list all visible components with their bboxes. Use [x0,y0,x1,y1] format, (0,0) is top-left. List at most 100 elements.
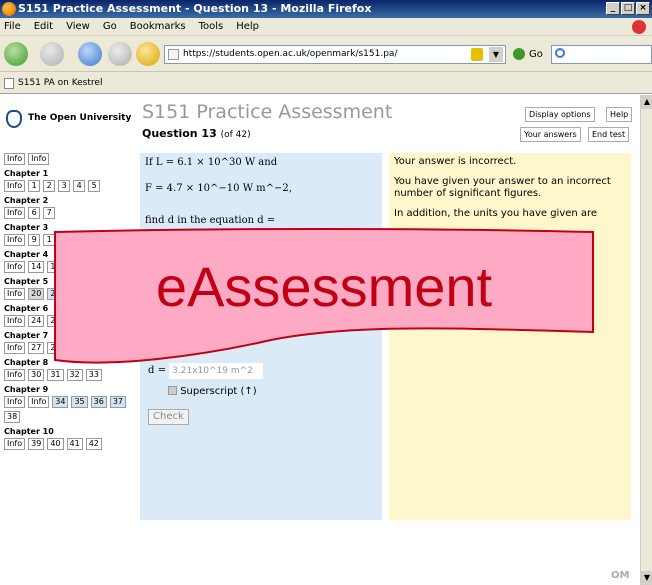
menu-tools[interactable]: Tools [199,21,224,32]
nav-question-31[interactable]: 31 [47,369,64,381]
university-name: The Open University [28,113,132,123]
nav-question-38[interactable]: 38 [4,411,21,423]
window-titlebar: S151 Practice Assessment - Question 13 -… [0,0,652,18]
nav-question-24[interactable]: 24 [28,315,45,327]
chapter-heading: Chapter 10 [4,427,54,436]
search-icon [555,48,565,58]
throbber-icon [632,20,646,34]
question-title: Question 13 (of 42) [142,127,251,140]
bookmarks-toolbar: S151 PA on Kestrel [0,72,652,94]
menu-file[interactable]: File [4,21,21,32]
navigation-toolbar: https://students.open.ac.uk/openmark/s15… [0,36,652,72]
page-icon [168,49,179,60]
window-title: S151 Practice Assessment - Question 13 -… [18,2,372,15]
nav-question-4[interactable]: 4 [73,180,86,192]
nav-question-42[interactable]: 42 [85,438,102,450]
ou-logo-icon [6,110,22,128]
nav-info[interactable]: Info [4,234,26,246]
eassessment-banner: eAssessment [51,228,597,368]
feedback-line-3: In addition, the units you have given ar… [394,208,598,219]
feedback-line-1: Your answer is incorrect. [394,156,517,167]
nav-info[interactable]: Info [4,369,26,381]
check-button[interactable]: Check [148,409,189,425]
nav-info[interactable]: Info [4,315,26,327]
nav-question-39[interactable]: 39 [28,438,45,450]
scroll-down-icon[interactable]: ▼ [641,571,652,585]
nav-info[interactable]: Info [4,342,26,354]
back-arrow-icon[interactable] [4,42,28,66]
superscript-checkbox[interactable] [168,386,177,395]
go-button[interactable]: Go [513,45,543,64]
home-icon[interactable] [136,42,160,66]
nav-question-30[interactable]: 30 [28,369,45,381]
forward-arrow-icon[interactable] [40,42,64,66]
nav-info[interactable]: Info [28,153,50,165]
display-options-button[interactable]: Display options [525,107,595,122]
superscript-label: Superscript (↑) [180,386,257,397]
nav-question-33[interactable]: 33 [85,369,102,381]
close-button[interactable]: × [636,2,650,15]
nav-info[interactable]: Info [28,396,50,408]
question-line-1: If L = 6.1 × 10^30 W and [145,157,278,168]
nav-question-36[interactable]: 36 [90,396,107,408]
chapter-row: Info 1 2 3 4 5 [4,180,139,192]
bookmark-item[interactable]: S151 PA on Kestrel [18,78,102,88]
your-answers-button[interactable]: Your answers [520,127,581,142]
end-test-button[interactable]: End test [588,127,630,142]
question-line-3: find d in the equation d = [145,215,276,226]
minimize-button[interactable]: _ [606,2,620,15]
chapter-row: Info 6 7 [4,207,139,219]
menu-go[interactable]: Go [103,21,117,32]
menu-view[interactable]: View [66,21,90,32]
nav-question-40[interactable]: 40 [47,438,64,450]
nav-info[interactable]: Info [4,288,26,300]
search-input[interactable] [551,45,652,64]
menu-edit[interactable]: Edit [34,21,53,32]
nav-question-27[interactable]: 27 [28,342,45,354]
help-button[interactable]: Help [606,107,633,122]
question-line-2: F = 4.7 × 10^−10 W m^−2, [145,183,292,194]
nav-question-41[interactable]: 41 [66,438,83,450]
scroll-up-icon[interactable]: ▲ [641,95,652,109]
menu-help[interactable]: Help [236,21,259,32]
page-scrollbar[interactable]: ▲ ▼ [640,95,652,585]
nav-question-20[interactable]: 20 [28,288,45,300]
nav-info[interactable]: Info [4,261,26,273]
nav-info[interactable]: Info [4,180,26,192]
chapter-heading: Chapter 9 [4,385,49,394]
nav-question-34[interactable]: 34 [52,396,69,408]
stop-icon[interactable] [108,42,132,66]
bookmark-page-icon [4,78,14,89]
firefox-icon [2,2,16,16]
reload-icon[interactable] [78,42,102,66]
nav-question-32[interactable]: 32 [66,369,83,381]
chapter-row: Info Info 34 35 36 37 38 [4,396,139,423]
nav-question-3[interactable]: 3 [58,180,71,192]
maximize-button[interactable]: □ [621,2,635,15]
superscript-row: Superscript (↑) [168,386,257,397]
nav-info[interactable]: Info [4,438,26,450]
chapter-row: Info 39 40 41 42 [4,438,139,450]
menu-bookmarks[interactable]: Bookmarks [130,21,186,32]
nav-info[interactable]: Info [4,153,26,165]
nav-question-1[interactable]: 1 [28,180,41,192]
banner-text: eAssessment [155,255,493,318]
url-dropdown-icon[interactable]: ▼ [489,47,503,62]
lock-icon[interactable] [471,48,483,61]
site-title: S151 Practice Assessment [142,101,393,123]
nav-info[interactable]: Info [4,396,26,408]
url-input[interactable]: https://students.open.ac.uk/openmark/s15… [164,45,506,64]
nav-question-35[interactable]: 35 [71,396,88,408]
nav-question-14[interactable]: 14 [28,261,45,273]
chapter-heading: Chapter 2 [4,196,49,205]
nav-question-7[interactable]: 7 [43,207,56,219]
nav-question-9[interactable]: 9 [28,234,41,246]
nav-question-2[interactable]: 2 [43,180,56,192]
nav-question-6[interactable]: 6 [28,207,41,219]
chapter-row: Info 30 31 32 33 [4,369,139,381]
nav-info[interactable]: Info [4,207,26,219]
nav-question-5[interactable]: 5 [88,180,101,192]
menu-bar: File Edit View Go Bookmarks Tools Help [0,18,652,36]
nav-question-37[interactable]: 37 [109,396,127,408]
om-watermark: OM [611,570,630,581]
